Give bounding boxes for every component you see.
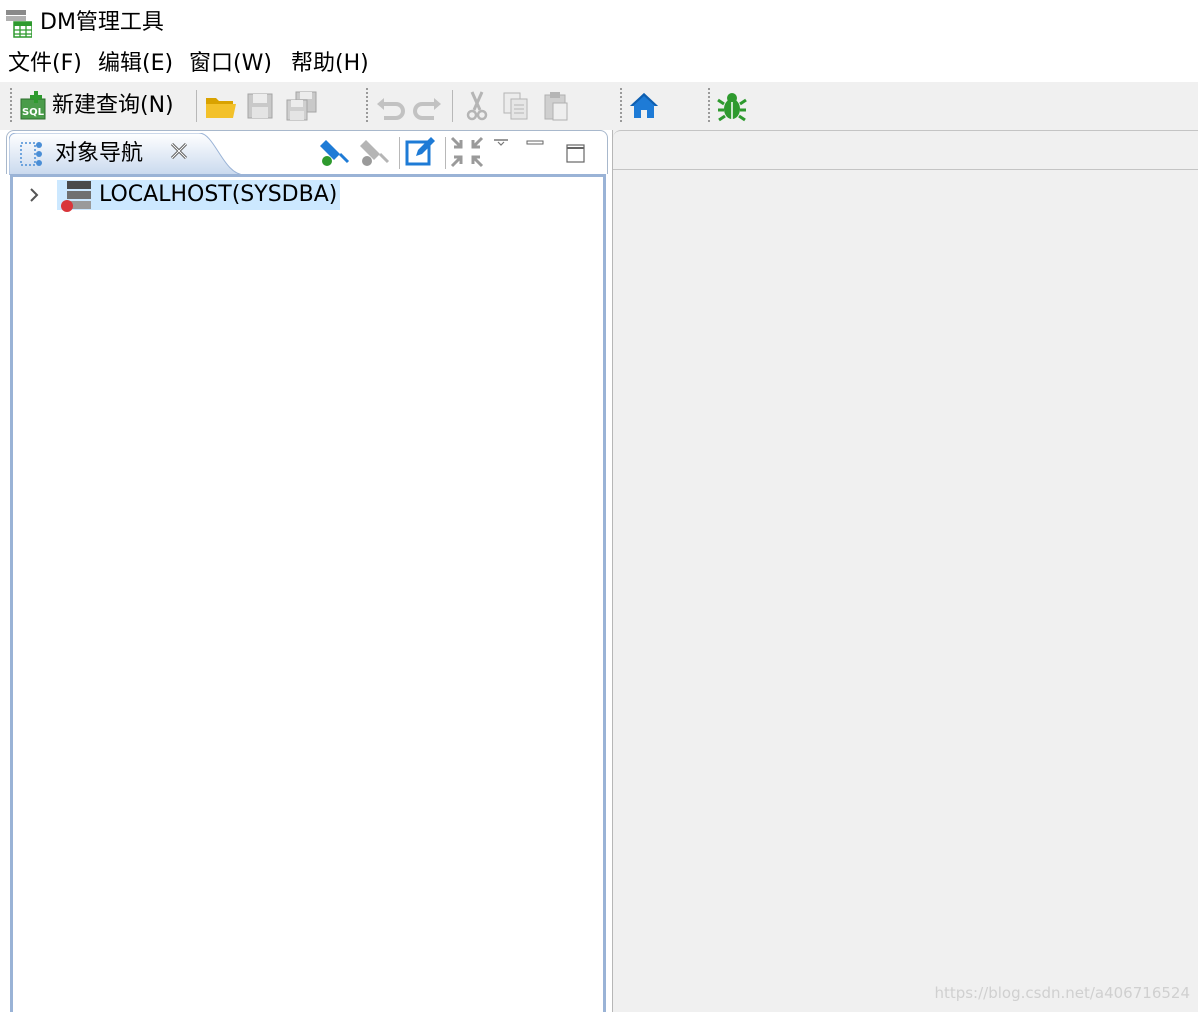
tab-object-navigator[interactable]: 对象导航 bbox=[9, 133, 245, 175]
redo-button[interactable] bbox=[410, 88, 446, 124]
collapse-all-button[interactable] bbox=[449, 135, 484, 169]
home-button[interactable] bbox=[626, 88, 662, 124]
svg-text:SQL: SQL bbox=[22, 107, 45, 118]
editor-area: https://blog.csdn.net/a406716524 bbox=[612, 130, 1198, 1012]
tree-item-localhost[interactable]: LOCALHOST(SYSDBA) bbox=[25, 179, 365, 213]
tree-item-label: LOCALHOST(SYSDBA) bbox=[57, 180, 341, 210]
table-grid-icon bbox=[4, 8, 33, 38]
toolbar-grip[interactable] bbox=[708, 88, 710, 122]
paste-button[interactable] bbox=[538, 88, 574, 124]
disconnect-button[interactable] bbox=[357, 135, 391, 169]
view-menu-button[interactable] bbox=[489, 135, 513, 169]
title-bar: DM管理工具 bbox=[0, 0, 1198, 46]
toolbar-separator bbox=[452, 90, 453, 122]
toolbar-grip[interactable] bbox=[10, 88, 12, 122]
tab-label: 对象导航 bbox=[55, 141, 144, 166]
sql-new-query-icon: SQL bbox=[18, 90, 50, 126]
new-query-button[interactable]: SQL 新建查询(N) bbox=[16, 86, 190, 126]
copy-button[interactable] bbox=[498, 88, 534, 124]
watermark: https://blog.csdn.net/a406716524 bbox=[934, 984, 1190, 1002]
open-file-button[interactable] bbox=[202, 88, 238, 124]
object-navigator-icon bbox=[19, 139, 47, 173]
edit-button[interactable] bbox=[403, 135, 437, 169]
toolbar-separator bbox=[196, 90, 197, 122]
toolbar: SQL 新建查询(N) bbox=[0, 82, 1198, 130]
cut-button[interactable] bbox=[458, 88, 494, 124]
database-server-icon bbox=[59, 179, 93, 213]
chevron-right-icon[interactable] bbox=[25, 185, 45, 205]
menu-bar: 文件(F) 编辑(E) 窗口(W) 帮助(H) bbox=[0, 46, 1198, 82]
close-icon[interactable] bbox=[167, 139, 191, 163]
connect-button[interactable] bbox=[317, 135, 351, 169]
undo-button[interactable] bbox=[372, 88, 408, 124]
menu-window[interactable]: 窗口(W) bbox=[189, 49, 272, 79]
debug-button[interactable] bbox=[714, 88, 750, 124]
menu-file[interactable]: 文件(F) bbox=[8, 49, 82, 79]
panel-header: 对象导航 bbox=[6, 130, 608, 175]
save-button[interactable] bbox=[242, 88, 278, 124]
menu-help[interactable]: 帮助(H) bbox=[291, 49, 369, 79]
maximize-button[interactable] bbox=[561, 135, 589, 169]
minimize-button[interactable] bbox=[521, 135, 549, 169]
window-title: DM管理工具 bbox=[40, 10, 164, 35]
toolbar-separator bbox=[399, 137, 400, 169]
toolbar-grip[interactable] bbox=[620, 88, 622, 122]
toolbar-separator bbox=[445, 137, 446, 169]
toolbar-grip[interactable] bbox=[366, 88, 368, 122]
object-navigator-panel: 对象导航 LOCALHOST(SYSDBA) bbox=[6, 130, 608, 1012]
save-all-button[interactable] bbox=[282, 88, 318, 124]
editor-tab-bar bbox=[613, 130, 1198, 170]
new-query-label: 新建查询(N) bbox=[52, 93, 174, 118]
object-tree: LOCALHOST(SYSDBA) bbox=[10, 174, 606, 1012]
menu-edit[interactable]: 编辑(E) bbox=[98, 49, 173, 79]
